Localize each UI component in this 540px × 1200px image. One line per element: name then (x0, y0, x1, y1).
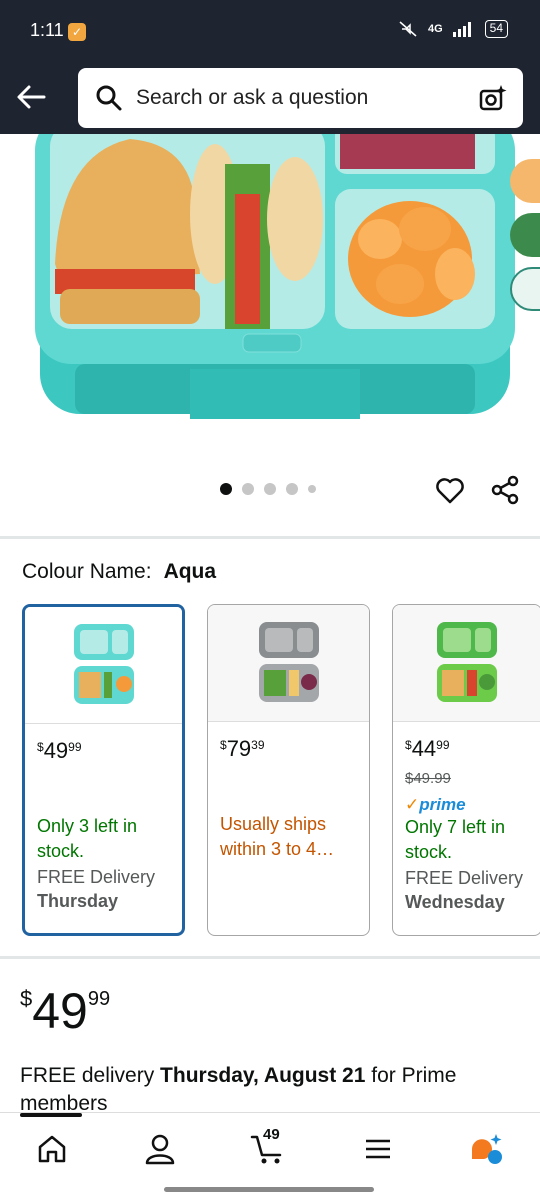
menu-icon[interactable] (360, 1131, 396, 1167)
delivery-info: FREE delivery Thursday, August 21 for Pr… (20, 1064, 457, 1115)
variant-card-gray[interactable]: $7939 Usually ships within 3 to 4… (207, 604, 370, 936)
prime-badge: ✓prime (405, 795, 466, 814)
status-bar: 1:11 ✓ 4G 54 (0, 0, 540, 64)
stock-status: Only 3 left in stock. (37, 816, 138, 861)
heart-icon[interactable] (434, 474, 466, 506)
main-price: $4999 (20, 983, 111, 1039)
floating-widget-green[interactable] (510, 213, 540, 257)
carousel-dot[interactable] (286, 483, 298, 495)
home-icon[interactable] (34, 1131, 70, 1167)
carousel-dot[interactable] (264, 483, 276, 495)
search-icon (96, 85, 122, 111)
network-type: 4G (427, 23, 443, 35)
delivery-day: Thursday (37, 891, 119, 911)
variant-image (25, 607, 182, 724)
variant-image (208, 605, 369, 722)
search-placeholder: Search or ask a question (136, 86, 369, 109)
variant-price: $4999 (37, 738, 82, 763)
signal-icon (452, 22, 471, 37)
carousel-dot[interactable] (308, 485, 316, 493)
image-carousel-dots[interactable] (220, 483, 316, 495)
top-header: Search or ask a question (0, 64, 540, 134)
variant-price: $4499 (405, 736, 450, 761)
search-input[interactable]: Search or ask a question (78, 68, 523, 128)
section-divider (0, 956, 540, 959)
colour-label: Colour Name: (22, 560, 152, 583)
notification-app-icon: ✓ (68, 23, 86, 41)
status-icons: 4G 54 (398, 20, 508, 38)
section-divider (0, 536, 540, 539)
variant-selector: $4999 Only 3 left in stock. FREE Deliver… (22, 604, 540, 936)
floating-widgets (510, 159, 540, 321)
floating-widget-teal[interactable] (510, 267, 540, 311)
variant-card-aqua[interactable]: $4999 Only 3 left in stock. FREE Deliver… (22, 604, 185, 936)
variant-price: $7939 (220, 736, 265, 761)
cart-count: 49 (263, 1126, 280, 1143)
stock-status: Usually ships within 3 to 4… (220, 814, 335, 859)
variant-card-green[interactable]: $4499 $49.99 ✓prime Only 7 left in stock… (392, 604, 540, 936)
camera-search-icon[interactable] (477, 82, 509, 114)
active-tab-indicator (20, 1113, 82, 1117)
colour-name-row: Colour Name: Aqua (22, 560, 216, 584)
mute-icon (399, 21, 417, 37)
carousel-dot[interactable] (242, 483, 254, 495)
carousel-dot[interactable] (220, 483, 232, 495)
share-icon[interactable] (489, 474, 521, 506)
rufus-assistant-icon[interactable] (468, 1131, 504, 1167)
prime-check-icon: ✓ (405, 795, 420, 814)
delivery-text: FREE Delivery (405, 868, 524, 888)
account-icon[interactable] (142, 1131, 178, 1167)
status-time: 1:11 (30, 20, 64, 40)
list-price: $49.99 (405, 770, 451, 787)
floating-widget-orange[interactable] (510, 159, 540, 203)
back-arrow-icon[interactable] (14, 80, 48, 114)
delivery-day: Wednesday (405, 892, 505, 912)
variant-image (393, 605, 540, 722)
colour-value: Aqua (163, 560, 217, 583)
gesture-home-bar[interactable] (164, 1187, 374, 1192)
delivery-text: FREE Delivery (37, 867, 156, 887)
stock-status: Only 7 left in stock. (405, 817, 506, 862)
battery-indicator: 54 (484, 20, 508, 38)
